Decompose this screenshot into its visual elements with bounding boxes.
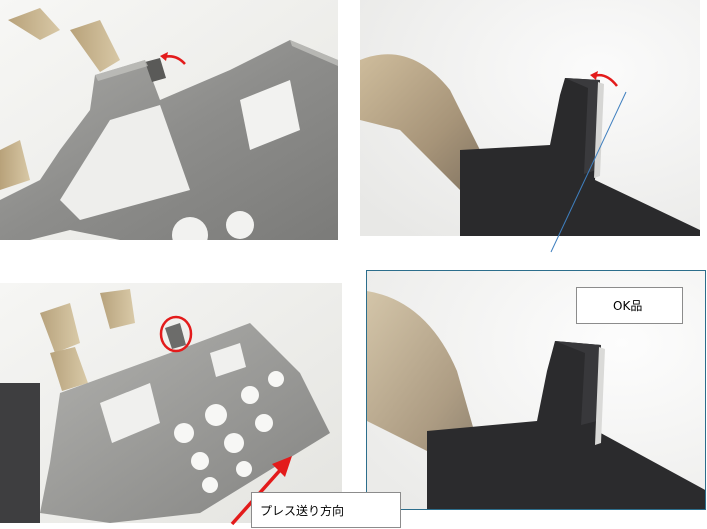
photo-top-right <box>360 0 700 236</box>
photo-top-left <box>0 0 338 240</box>
feed-direction-text: プレス送り方向 <box>260 503 345 518</box>
metal-part-image <box>0 0 338 240</box>
feed-direction-image <box>0 283 342 523</box>
ok-label-text: OK品 <box>613 299 643 313</box>
closeup-tab-image <box>360 0 700 236</box>
ok-product-label: OK品 <box>576 287 683 324</box>
photo-bottom-left <box>0 283 342 523</box>
feed-direction-label: プレス送り方向 <box>251 492 401 528</box>
